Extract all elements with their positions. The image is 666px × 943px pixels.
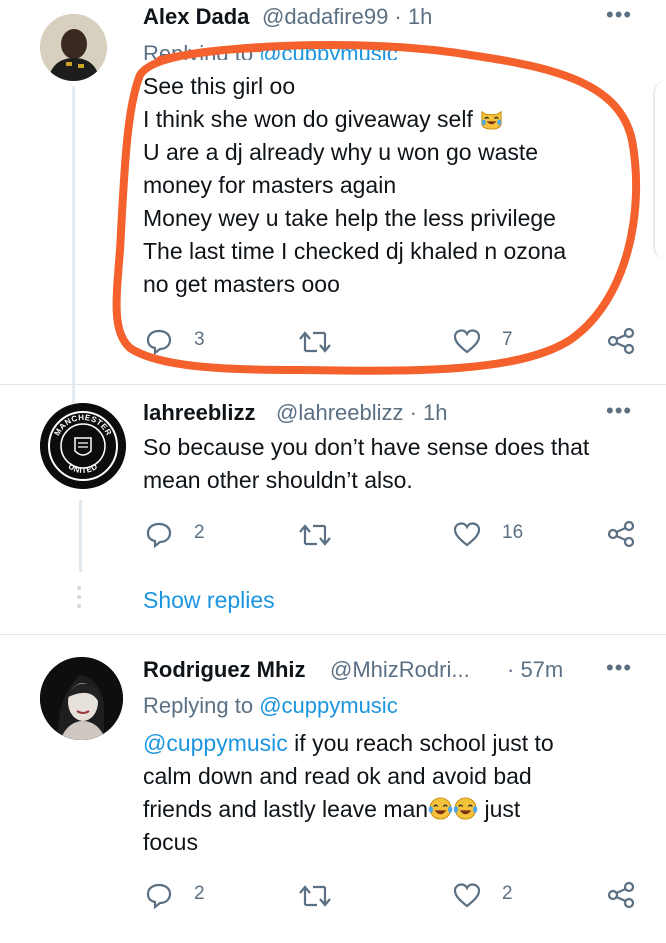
divider — [0, 384, 666, 385]
tweet-line: money for masters again — [143, 172, 397, 198]
share-icon[interactable] — [606, 881, 636, 909]
tweet-line: Money wey u take help the less privilege — [143, 205, 556, 231]
replying-to: Replying to @cuppymusic — [143, 693, 398, 719]
author-name[interactable]: Alex Dada — [143, 4, 249, 30]
avatar-rodriguez-mhiz[interactable] — [40, 657, 123, 740]
tweet-line: See this girl oo — [143, 73, 296, 99]
reply-count: 2 — [194, 883, 205, 904]
tweet-text: So because you don’t have sense does tha… — [143, 431, 653, 497]
tweet-line: U are a dj already why u won go waste — [143, 139, 539, 165]
avatar-photo — [40, 657, 123, 740]
author-handle[interactable]: @dadafire99 · 1h — [262, 4, 432, 30]
tweet-line: The last time I checked dj khaled n ozon… — [143, 238, 567, 264]
tweet-line-text: if you reach school just to — [287, 730, 554, 756]
thread-line — [79, 500, 82, 572]
replying-handle-link[interactable]: @cuppymusic — [259, 41, 398, 60]
tweet-line-with-emoji: I think she won do giveaway self — [143, 103, 643, 136]
more-options-icon[interactable]: ••• — [606, 398, 632, 424]
tweet-text: See this girl oo I think she won do give… — [143, 70, 643, 301]
thread-line — [72, 86, 75, 426]
author-handle[interactable]: @MhizRodri... — [330, 657, 470, 683]
edge-card — [653, 80, 666, 260]
tweet-line-with-emoji: friends and lastly leave man just — [143, 793, 653, 826]
more-options-icon[interactable]: ••• — [606, 655, 632, 681]
tweet-line-text: friends and lastly leave man — [143, 796, 429, 822]
retweet-icon[interactable] — [299, 522, 331, 548]
tweet-line: So because you don’t have sense does tha… — [143, 434, 590, 460]
reply-icon[interactable] — [145, 327, 173, 355]
avatar-lahreeblizz[interactable]: MANCHESTER UNITED — [40, 403, 126, 489]
tweet-line: focus — [143, 829, 198, 855]
more-options-icon[interactable]: ••• — [606, 2, 632, 28]
tweet-line-text: just — [478, 796, 521, 822]
reply-icon[interactable] — [145, 881, 173, 909]
tweet-text: @cuppymusic if you reach school just to … — [143, 727, 653, 859]
manchester-united-crest-icon: MANCHESTER UNITED — [40, 403, 126, 489]
face-with-tears-of-joy-emoji — [428, 797, 453, 820]
reply-count: 3 — [194, 329, 205, 350]
face-with-tears-of-joy-emoji — [453, 797, 478, 820]
replying-prefix: Replying to — [143, 41, 254, 60]
like-icon[interactable] — [453, 328, 481, 354]
mention-link[interactable]: @cuppymusic — [143, 730, 288, 756]
retweet-icon[interactable] — [299, 329, 331, 355]
like-icon[interactable] — [453, 521, 481, 547]
tweet-time: · 57m — [507, 657, 564, 682]
show-replies-link[interactable]: Show replies — [143, 587, 275, 614]
like-count: 7 — [502, 329, 513, 350]
tweet-line: no get masters ooo — [143, 271, 340, 297]
like-count: 16 — [502, 522, 524, 543]
tweet-line: @cuppymusic if you reach school just to — [143, 727, 653, 760]
author-name[interactable]: Rodriguez Mhiz — [143, 657, 306, 683]
replying-to: Replying to @cuppymusic — [143, 38, 398, 60]
like-count: 2 — [502, 883, 513, 904]
tweet-line: mean other shouldn’t also. — [143, 467, 413, 493]
tweet-line: calm down and read ok and avoid bad — [143, 763, 532, 789]
divider — [0, 634, 666, 635]
author-handle[interactable]: @lahreeblizz · 1h — [276, 400, 448, 426]
thread-dots — [77, 586, 83, 608]
reply-count: 2 — [194, 522, 205, 543]
tweet-line-text: I think she won do giveaway self — [143, 106, 473, 132]
retweet-icon[interactable] — [299, 883, 331, 909]
like-icon[interactable] — [453, 882, 481, 908]
replying-prefix: Replying to — [143, 693, 254, 718]
replying-handle-link[interactable]: @cuppymusic — [259, 693, 398, 718]
share-icon[interactable] — [606, 520, 636, 548]
avatar-photo — [40, 14, 107, 81]
author-name[interactable]: lahreeblizz — [143, 400, 255, 426]
avatar-alex-dada[interactable] — [40, 14, 107, 81]
laughing-cat-emoji — [481, 110, 502, 130]
reply-icon[interactable] — [145, 520, 173, 548]
share-icon[interactable] — [606, 327, 636, 355]
